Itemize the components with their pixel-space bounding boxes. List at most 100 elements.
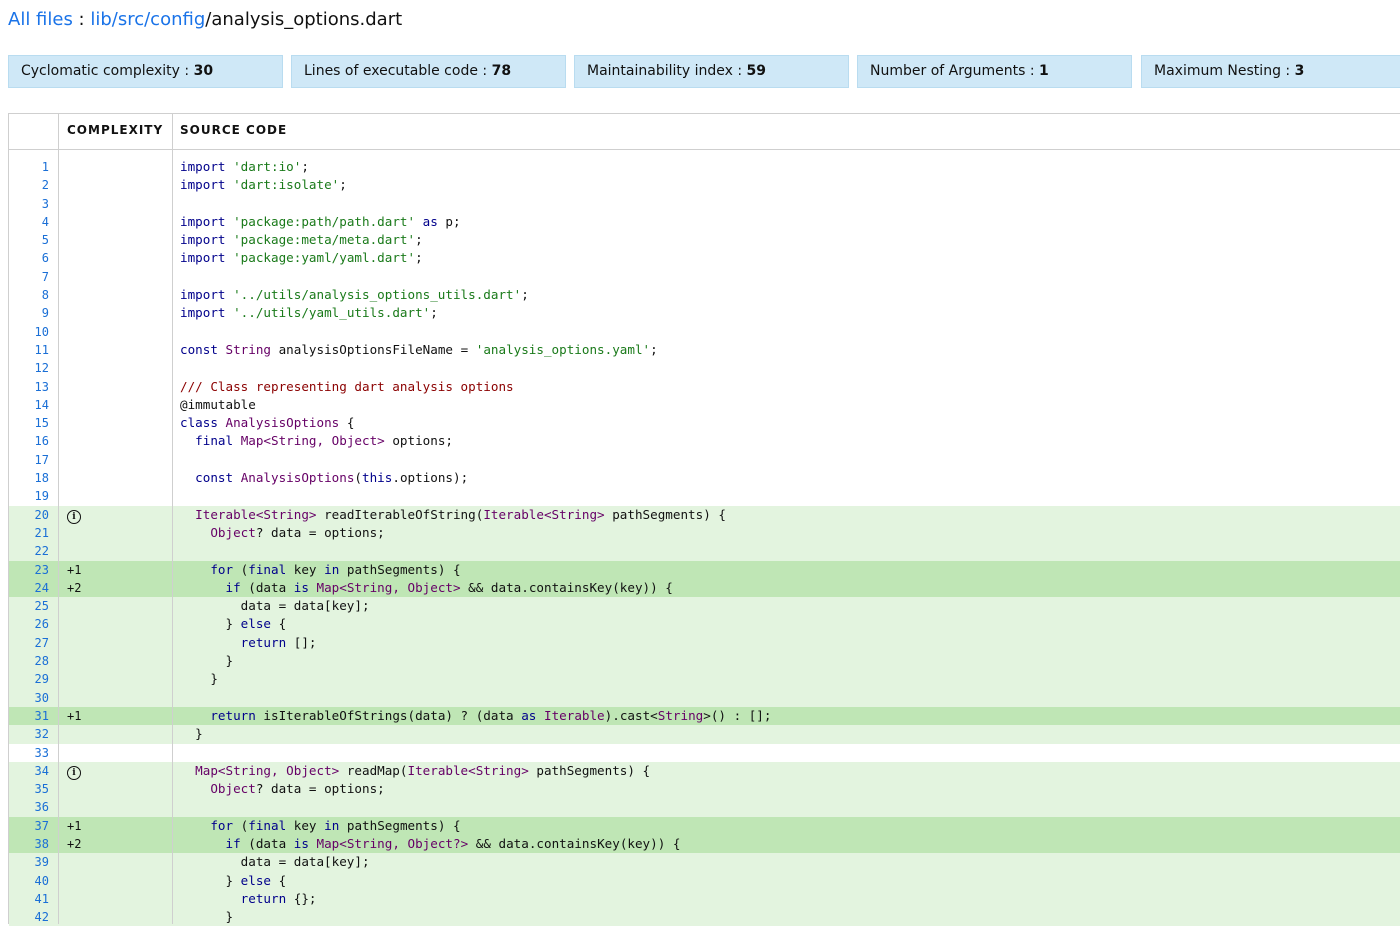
line-number-link[interactable]: 33 bbox=[9, 744, 49, 762]
line-number-link[interactable]: 6 bbox=[9, 249, 49, 267]
line-number-link[interactable]: 16 bbox=[9, 432, 49, 450]
code-token: } bbox=[180, 653, 234, 669]
line-number-link[interactable]: 31 bbox=[9, 707, 49, 725]
line-number-link[interactable]: 10 bbox=[9, 323, 49, 341]
code-line-row: 17 bbox=[9, 451, 1400, 469]
source-line: if (data is Map<String, Object?> && data… bbox=[180, 835, 681, 853]
code-token: key bbox=[286, 817, 325, 833]
code-token: ; bbox=[339, 177, 347, 193]
line-number-link[interactable]: 25 bbox=[9, 597, 49, 615]
line-number-link[interactable]: 36 bbox=[9, 798, 49, 816]
source-line: /// Class representing dart analysis opt… bbox=[180, 378, 514, 396]
source-code-column-header: SOURCE CODE bbox=[180, 123, 288, 137]
line-number-link[interactable]: 41 bbox=[9, 890, 49, 908]
line-number-link[interactable]: 37 bbox=[9, 817, 49, 835]
line-number-link[interactable]: 34 bbox=[9, 762, 49, 780]
source-line: import 'package:meta/meta.dart'; bbox=[180, 231, 423, 249]
code-token: import bbox=[180, 232, 226, 248]
line-number-link[interactable]: 20 bbox=[9, 506, 49, 524]
code-line-row: 30 bbox=[9, 688, 1400, 707]
source-line: if (data is Map<String, Object> && data.… bbox=[180, 579, 673, 597]
metric-maximum-nesting: Maximum Nesting : 3 bbox=[1141, 55, 1400, 88]
code-token: in bbox=[324, 817, 340, 833]
code-token: ( bbox=[233, 561, 249, 577]
line-number-link[interactable]: 19 bbox=[9, 487, 49, 505]
info-icon[interactable]: i bbox=[67, 509, 81, 524]
line-number-link[interactable]: 28 bbox=[9, 652, 49, 670]
code-token: ; bbox=[415, 232, 423, 248]
code-token: 'package:meta/meta.dart' bbox=[233, 232, 416, 248]
code-token: { bbox=[271, 616, 287, 632]
info-icon[interactable]: i bbox=[67, 765, 81, 780]
metric-label: Cyclomatic complexity bbox=[21, 63, 180, 79]
line-number-link[interactable]: 39 bbox=[9, 853, 49, 871]
code-token: Iterable<String> bbox=[483, 506, 605, 522]
line-number-link[interactable]: 4 bbox=[9, 213, 49, 231]
line-number-link[interactable]: 29 bbox=[9, 670, 49, 688]
source-line: } else { bbox=[180, 872, 286, 890]
code-token: for bbox=[210, 817, 234, 833]
line-number-link[interactable]: 38 bbox=[9, 835, 49, 853]
line-number-link[interactable]: 11 bbox=[9, 341, 49, 359]
line-number-link[interactable]: 3 bbox=[9, 195, 49, 213]
line-number-link[interactable]: 26 bbox=[9, 615, 49, 633]
code-token: && data.containsKey(key)) { bbox=[468, 835, 681, 851]
breadcrumb-all-files-link[interactable]: All files bbox=[8, 9, 73, 30]
line-number-link[interactable]: 22 bbox=[9, 542, 49, 560]
source-line: } bbox=[180, 670, 218, 688]
line-number-link[interactable]: 30 bbox=[9, 689, 49, 707]
line-number-link[interactable]: 2 bbox=[9, 176, 49, 194]
metric-value: 3 bbox=[1294, 63, 1305, 79]
code-line-row: 2 import 'dart:isolate'; bbox=[9, 176, 1400, 194]
line-number-link[interactable]: 8 bbox=[9, 286, 49, 304]
line-number-link[interactable]: 7 bbox=[9, 268, 49, 286]
line-number-link[interactable]: 14 bbox=[9, 396, 49, 414]
line-number-link[interactable]: 13 bbox=[9, 378, 49, 396]
code-token: const bbox=[195, 470, 234, 486]
line-number-link[interactable]: 9 bbox=[9, 304, 49, 322]
line-number-link[interactable]: 27 bbox=[9, 634, 49, 652]
code-token: String bbox=[657, 707, 704, 723]
code-line-row: 27 return []; bbox=[9, 633, 1400, 653]
source-line: import '../utils/analysis_options_utils.… bbox=[180, 286, 529, 304]
code-line-row: 13 /// Class representing dart analysis o… bbox=[9, 378, 1400, 396]
code-line-row: 19 bbox=[9, 487, 1400, 505]
code-token: 'analysis_options.yaml' bbox=[475, 341, 651, 357]
code-token: p; bbox=[437, 213, 461, 229]
line-number-link[interactable]: 24 bbox=[9, 579, 49, 597]
source-line: class AnalysisOptions { bbox=[180, 414, 354, 432]
metric-maintainability-index: Maintainability index : 59 bbox=[574, 55, 849, 88]
line-number-link[interactable]: 5 bbox=[9, 231, 49, 249]
line-number-link[interactable]: 23 bbox=[9, 561, 49, 579]
code-token: ( bbox=[354, 470, 363, 486]
column-divider bbox=[58, 114, 59, 924]
code-token: 'dart:isolate' bbox=[233, 177, 340, 193]
line-number-link[interactable]: 35 bbox=[9, 780, 49, 798]
line-number-link[interactable]: 40 bbox=[9, 872, 49, 890]
metric-value: 30 bbox=[193, 63, 214, 79]
code-token: Iterable<String> bbox=[195, 506, 317, 522]
code-token: is bbox=[293, 835, 309, 851]
line-number-link[interactable]: 15 bbox=[9, 414, 49, 432]
breadcrumb: All files : lib/src/config/analysis_opti… bbox=[8, 6, 402, 34]
line-number-link[interactable]: 32 bbox=[9, 725, 49, 743]
source-line: Object? data = options; bbox=[180, 524, 384, 542]
line-number-link[interactable]: 42 bbox=[9, 908, 49, 926]
line-number-link[interactable]: 17 bbox=[9, 451, 49, 469]
breadcrumb-path-link[interactable]: lib/src/config bbox=[90, 9, 205, 30]
code-token: class bbox=[180, 415, 218, 431]
code-line-row: 32 } bbox=[9, 725, 1400, 744]
line-number-link[interactable]: 1 bbox=[9, 158, 49, 176]
code-line-row: 39 data = data[key]; bbox=[9, 853, 1400, 872]
code-line-row: 29 } bbox=[9, 670, 1400, 689]
code-token: if bbox=[225, 579, 241, 595]
line-number-link[interactable]: 18 bbox=[9, 469, 49, 487]
line-number-link[interactable]: 21 bbox=[9, 524, 49, 542]
line-number-link[interactable]: 12 bbox=[9, 359, 49, 377]
